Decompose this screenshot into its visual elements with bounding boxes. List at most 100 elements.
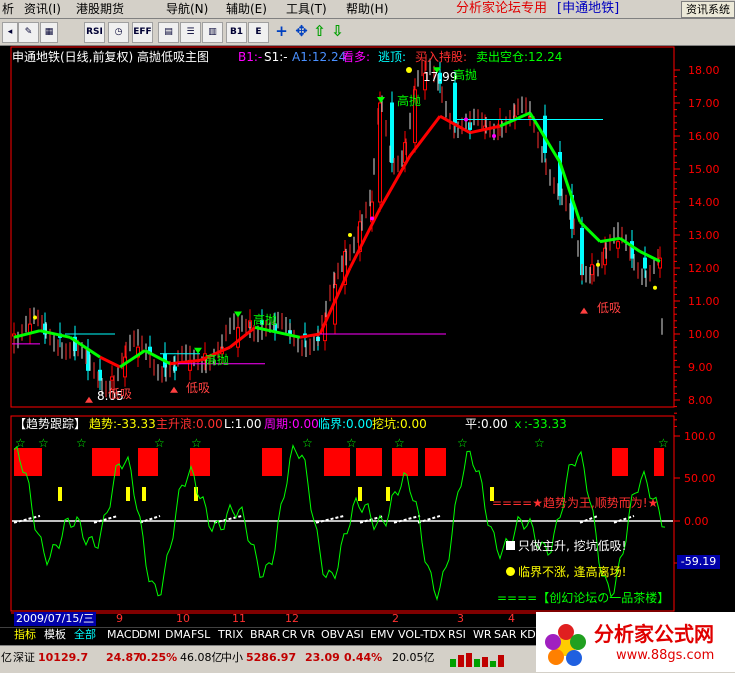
move-icon[interactable]: ✥: [292, 22, 311, 41]
toolbar: ◂ ✎ ▦ RSI ◷ EFF ▤ ☰ ▥ B1 E + ✥ ⇧ ⇩: [0, 19, 735, 46]
tab-asi[interactable]: ASI: [346, 628, 364, 642]
y-tick-label: 10.00: [688, 328, 720, 341]
menu-tools[interactable]: 工具(T): [286, 1, 327, 17]
up-arrow-icon[interactable]: ⇧: [310, 22, 329, 41]
tab-sar[interactable]: SAR: [494, 628, 516, 642]
zx-index-label: 中小: [221, 651, 243, 664]
star-marker: ☆: [38, 436, 49, 450]
down-arrow-icon[interactable]: ⇩: [328, 22, 347, 41]
signal-dot: [653, 285, 657, 290]
menu-info[interactable]: 资讯(I): [24, 1, 61, 17]
tip-critical: 临界不涨, 逢高离场!: [506, 565, 626, 579]
menu-bar: 析 资讯(I) 港股期货 导航(N) 辅助(E) 工具(T) 帮助(H) 分析家…: [0, 0, 735, 19]
tab-wr[interactable]: WR: [473, 628, 492, 642]
menu-hk-futures[interactable]: 港股期货: [76, 1, 124, 17]
main-rise-value: 主升浪:0.00: [156, 417, 223, 431]
indicator-border: [10, 415, 675, 612]
site-logo: 分析家公式网 www.88gs.com: [536, 612, 735, 672]
month-label: 12: [285, 612, 299, 625]
star-marker: ☆: [658, 436, 669, 450]
y-tick-label: 9.00: [688, 361, 713, 374]
x-value: ｘ:-33.33: [512, 417, 567, 431]
tab-trix[interactable]: TRIX: [218, 628, 243, 642]
tab-cr[interactable]: CR: [282, 628, 297, 642]
menu-assist[interactable]: 辅助(E): [226, 1, 267, 17]
tab-all[interactable]: 全部: [74, 628, 96, 642]
flat-value: 平:0.00: [465, 417, 508, 431]
rsi-icon[interactable]: RSI: [84, 22, 105, 43]
period-value: 周期:0.00: [264, 417, 319, 431]
tab-dmi[interactable]: DMI: [139, 628, 160, 642]
tab-indicator[interactable]: 指标: [14, 628, 36, 642]
bars-icon[interactable]: ▤: [158, 22, 179, 43]
info-system-button[interactable]: 资讯系统: [681, 1, 735, 18]
main-rise-area: [356, 448, 382, 476]
menu-navigation[interactable]: 导航(N): [166, 1, 208, 17]
critical-bar: [386, 487, 390, 501]
tab-rsi[interactable]: RSI: [448, 628, 466, 642]
tab-kd[interactable]: KD: [520, 628, 536, 642]
s1-value: S1:-: [264, 50, 288, 64]
back-icon[interactable]: ◂: [2, 22, 18, 43]
sz-index-amount: 46.08亿: [180, 651, 223, 664]
tab-brar[interactable]: BRAR: [250, 628, 280, 642]
rows-icon[interactable]: ☰: [180, 22, 201, 43]
star-marker: ☆: [394, 436, 405, 450]
chart-area[interactable]: 18.00 17.00 16.00 15.00 14.00 13.00 12.00 11.00…: [0, 46, 735, 626]
y-tick-label: 14.00: [688, 196, 720, 209]
y-tick-label: 11.00: [688, 295, 720, 308]
indicator-y-tick-label: 100.0: [684, 430, 716, 443]
y-tick-label: 12.00: [688, 262, 720, 275]
buy-arrow-marker: [580, 307, 588, 314]
tab-obv[interactable]: OBV: [321, 628, 344, 642]
zoom-in-icon[interactable]: +: [272, 22, 291, 41]
main-rise-area: [654, 448, 664, 476]
menu-help[interactable]: 帮助(H): [346, 1, 388, 17]
menu-analysis[interactable]: 析: [2, 1, 14, 17]
main-rise-area: [262, 448, 282, 476]
low-buy-label: 低吸: [186, 381, 211, 395]
a1-value: A1:12.24: [292, 50, 347, 64]
logo-url: www.88gs.com: [616, 648, 715, 663]
edit-icon[interactable]: ✎: [18, 22, 39, 43]
list-icon[interactable]: ▥: [202, 22, 223, 43]
sell-arrow-marker: [194, 347, 202, 354]
e-icon[interactable]: E: [248, 22, 269, 43]
sell-arrow-marker: [377, 97, 385, 103]
buy-arrow-marker: [170, 386, 178, 393]
zx-index-pct: 0.44%: [344, 651, 383, 664]
indicator-y-tick-label: 50.00: [684, 472, 716, 485]
tab-dma[interactable]: DMA: [165, 628, 191, 642]
main-chart-border: [10, 46, 675, 408]
b1-icon[interactable]: B1: [226, 22, 247, 43]
indicator-y-tick-label: 0.00: [684, 515, 709, 528]
candle-body: [616, 241, 620, 249]
tab-fsl[interactable]: FSL: [191, 628, 210, 642]
critical-bar: [358, 487, 362, 501]
main-rise-area: [392, 448, 418, 476]
candle-body: [643, 257, 647, 269]
month-label: 9: [116, 612, 123, 625]
candle-body: [110, 376, 114, 381]
sz-index-value: 10129.7: [38, 651, 89, 664]
tab-vol-tdx[interactable]: VOL-TDX: [398, 628, 446, 642]
b1-value: B1:-: [238, 50, 263, 64]
critical-bar: [126, 487, 130, 501]
stock-name-tag: [申通地铁]: [557, 1, 620, 16]
month-label: 4: [508, 612, 515, 625]
candle-body: [453, 82, 457, 124]
tab-emv[interactable]: EMV: [370, 628, 394, 642]
moving-average-line: [378, 155, 412, 210]
candle-body: [378, 102, 382, 203]
candle-body: [236, 326, 240, 348]
tab-vr[interactable]: VR: [300, 628, 315, 642]
signal-dot: [596, 262, 600, 267]
tab-template[interactable]: 模板: [44, 628, 66, 642]
low-buy-label: 低吸: [108, 387, 133, 401]
time-icon[interactable]: ◷: [108, 22, 129, 43]
tab-macd[interactable]: MACD: [107, 628, 140, 642]
y-tick-label: 13.00: [688, 229, 720, 242]
grid-icon[interactable]: ▦: [40, 22, 58, 43]
eff-icon[interactable]: EFF: [132, 22, 153, 43]
star-marker: ☆: [15, 436, 26, 450]
